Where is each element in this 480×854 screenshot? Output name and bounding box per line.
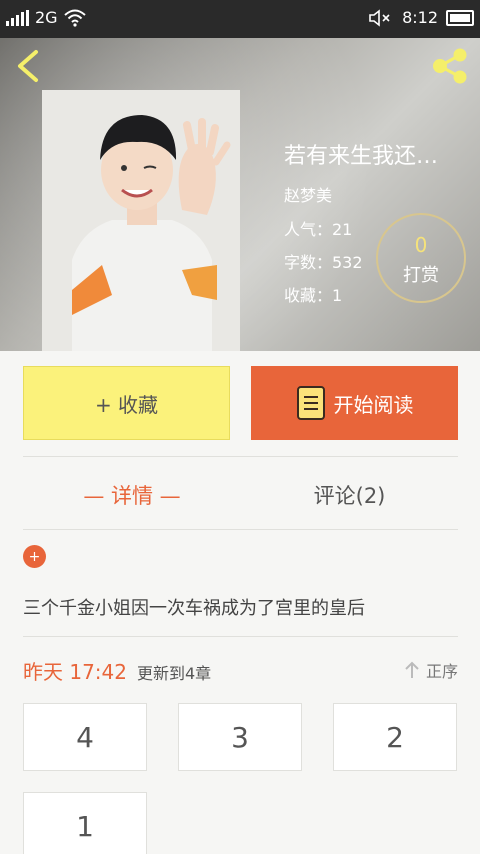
start-reading-button[interactable]: 开始阅读 xyxy=(251,366,458,440)
favorites-stat: 收藏：1 xyxy=(284,286,343,305)
book-cover xyxy=(42,90,240,351)
status-bar: 2G 8:12 xyxy=(0,0,480,38)
wifi-icon xyxy=(63,9,86,27)
chapter-button[interactable]: 1 xyxy=(23,792,147,854)
tip-count: 0 xyxy=(414,233,428,257)
battery-icon xyxy=(446,9,474,26)
cover-portrait-image xyxy=(42,90,240,351)
book-author[interactable]: 赵梦美 xyxy=(284,182,332,206)
update-info: 更新到4章 xyxy=(137,664,212,683)
clock: 8:12 xyxy=(402,8,438,27)
sort-order-toggle[interactable]: 正序 xyxy=(404,658,458,682)
sort-label: 正序 xyxy=(425,662,458,681)
book-header: 若有来生我还… 赵梦美 人气：21 字数：532 收藏：1 0 打赏 xyxy=(0,38,480,351)
divider xyxy=(23,529,458,530)
divider xyxy=(23,456,458,457)
expand-synopsis-button[interactable]: + xyxy=(23,545,46,568)
signal-icon xyxy=(6,9,29,26)
book-title: 若有来生我还… xyxy=(284,144,439,169)
chapter-button[interactable]: 2 xyxy=(333,703,457,771)
word-count-stat: 字数：532 xyxy=(284,253,363,272)
back-arrow-icon[interactable] xyxy=(12,48,48,84)
chapter-button[interactable]: 3 xyxy=(178,703,302,771)
divider xyxy=(23,636,458,637)
favorite-label: + 收藏 xyxy=(94,392,159,417)
read-label: 开始阅读 xyxy=(333,392,414,417)
tip-button[interactable]: 0 打赏 xyxy=(376,213,466,303)
tab-details[interactable]: — 详情 — xyxy=(23,460,241,530)
share-icon[interactable] xyxy=(428,46,472,86)
synopsis-text: 三个千金小姐因一次车祸成为了宫里的皇后 xyxy=(23,598,365,619)
book-icon xyxy=(296,386,325,420)
chapter-button[interactable]: 4 xyxy=(23,703,147,771)
update-time: 昨天 17:42 xyxy=(23,660,127,684)
arrow-up-icon xyxy=(405,661,419,678)
mute-icon xyxy=(369,8,390,27)
tab-comments[interactable]: 评论(2) xyxy=(241,460,458,530)
popularity-stat: 人气：21 xyxy=(284,220,353,239)
add-to-favorites-button[interactable]: + 收藏 xyxy=(23,366,230,440)
tip-label: 打赏 xyxy=(403,265,439,286)
network-type: 2G xyxy=(35,8,58,27)
